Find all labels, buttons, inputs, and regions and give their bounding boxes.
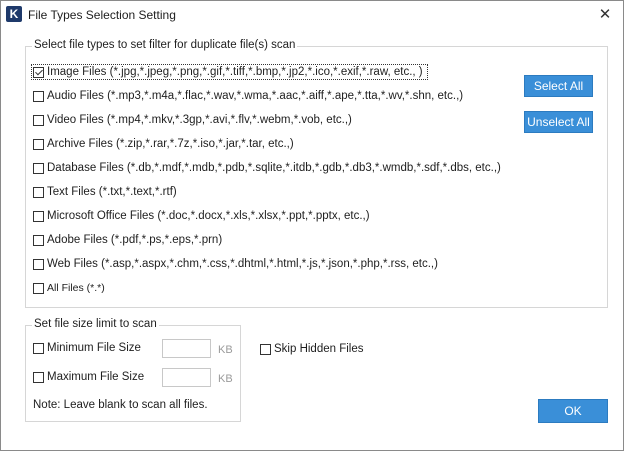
checkbox-label: Web Files (*.asp,*.aspx,*.chm,*.css,*.dh… [47, 258, 438, 270]
checkbox-box[interactable] [33, 258, 44, 270]
checkbox-box[interactable] [33, 234, 44, 246]
checkbox-image-files[interactable]: Image Files (*.jpg,*.jpeg,*.png,*.gif,*.… [31, 64, 428, 80]
checkbox-box[interactable] [33, 371, 44, 383]
checkbox-all-files[interactable]: All Files (*.*) [33, 280, 105, 296]
checkbox-archive-files[interactable]: Archive Files (*.zip,*.rar,*.7z,*.iso,*.… [33, 136, 294, 152]
checkbox-box[interactable] [33, 282, 44, 294]
checkbox-web-files[interactable]: Web Files (*.asp,*.aspx,*.chm,*.css,*.dh… [33, 256, 438, 272]
close-button[interactable]: ✕ [593, 4, 617, 26]
checkbox-box[interactable] [260, 343, 271, 355]
file-types-legend: Select file types to set filter for dupl… [32, 39, 298, 51]
checkbox-box[interactable] [33, 90, 44, 102]
checkbox-checked-icon[interactable] [33, 66, 44, 78]
app-logo-icon: K [6, 6, 22, 22]
title-bar: K File Types Selection Setting ✕ [1, 1, 623, 29]
checkbox-label: Skip Hidden Files [274, 343, 364, 355]
checkbox-box[interactable] [33, 162, 44, 174]
checkbox-audio-files[interactable]: Audio Files (*.mp3,*.m4a,*.flac,*.wav,*.… [33, 88, 463, 104]
file-size-legend: Set file size limit to scan [32, 318, 159, 330]
checkbox-box[interactable] [33, 210, 44, 222]
checkbox-minimum-file-size[interactable]: Minimum File Size [33, 342, 141, 354]
close-icon: ✕ [598, 6, 612, 23]
checkbox-box[interactable] [33, 114, 44, 126]
checkbox-box[interactable] [33, 186, 44, 198]
checkbox-database-files[interactable]: Database Files (*.db,*.mdf,*.mdb,*.pdb,*… [33, 160, 501, 176]
checkbox-label: Text Files (*.txt,*.text,*.rtf) [47, 186, 177, 198]
checkbox-label: Image Files (*.jpg,*.jpeg,*.png,*.gif,*.… [47, 66, 423, 78]
min-size-unit: KB [218, 344, 233, 356]
maximum-size-input[interactable] [162, 368, 211, 387]
checkbox-label: Archive Files (*.zip,*.rar,*.7z,*.iso,*.… [47, 138, 294, 150]
max-size-unit: KB [218, 373, 233, 385]
select-all-button[interactable]: Select All [524, 75, 593, 97]
checkbox-label: Minimum File Size [47, 342, 141, 354]
size-note: Note: Leave blank to scan all files. [33, 399, 208, 411]
checkbox-maximum-file-size[interactable]: Maximum File Size [33, 371, 144, 383]
checkbox-label: Microsoft Office Files (*.doc,*.docx,*.x… [47, 210, 370, 222]
checkbox-label: All Files (*.*) [47, 282, 105, 294]
checkbox-adobe-files[interactable]: Adobe Files (*.pdf,*.ps,*.eps,*.prn) [33, 232, 222, 248]
checkbox-label: Video Files (*.mp4,*.mkv,*.3gp,*.avi,*.f… [47, 114, 352, 126]
checkbox-label: Audio Files (*.mp3,*.m4a,*.flac,*.wav,*.… [47, 90, 464, 102]
checkbox-box[interactable] [33, 342, 44, 354]
checkbox-box[interactable] [33, 138, 44, 150]
checkbox-label: Maximum File Size [47, 371, 145, 383]
checkbox-label: Adobe Files (*.pdf,*.ps,*.eps,*.prn) [47, 234, 223, 246]
dialog-window: K File Types Selection Setting ✕ Select … [0, 0, 624, 451]
checkbox-skip-hidden-files[interactable]: Skip Hidden Files [260, 343, 363, 355]
checkbox-text-files[interactable]: Text Files (*.txt,*.text,*.rtf) [33, 184, 177, 200]
checkbox-video-files[interactable]: Video Files (*.mp4,*.mkv,*.3gp,*.avi,*.f… [33, 112, 352, 128]
ok-button[interactable]: OK [538, 399, 608, 423]
minimum-size-input[interactable] [162, 339, 211, 358]
unselect-all-button[interactable]: Unselect All [524, 111, 593, 133]
checkbox-label: Database Files (*.db,*.mdf,*.mdb,*.pdb,*… [47, 162, 501, 174]
checkbox-office-files[interactable]: Microsoft Office Files (*.doc,*.docx,*.x… [33, 208, 370, 224]
dialog-title: File Types Selection Setting [28, 8, 176, 22]
